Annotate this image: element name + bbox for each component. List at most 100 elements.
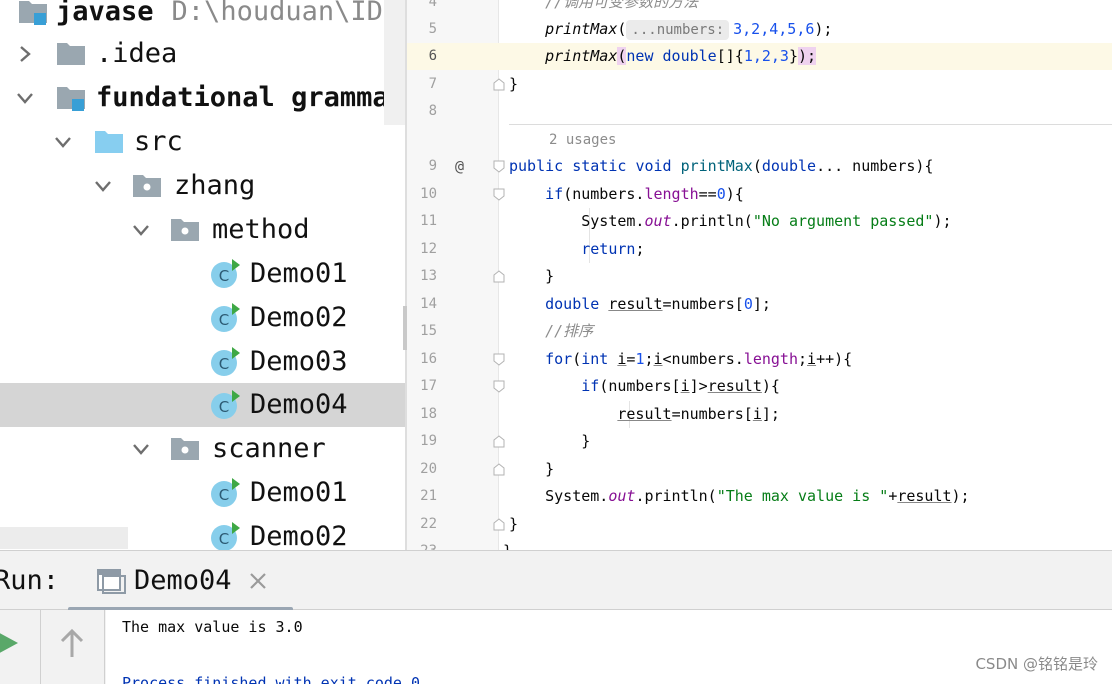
fold-start-icon[interactable] — [493, 160, 505, 173]
tree-row-demo04-selected[interactable]: C Demo04 — [0, 383, 406, 427]
tree-label: src — [134, 126, 183, 157]
line-number: 8 — [428, 103, 437, 119]
line-number: 11 — [420, 213, 437, 229]
tree-label: fundational gramma — [96, 82, 389, 113]
tree-label: scanner — [212, 433, 326, 464]
tree-path: D:\houduan\ID — [171, 0, 383, 27]
run-title: Run: — [0, 565, 60, 596]
code-line-23: } — [503, 538, 512, 550]
usages-hint[interactable]: 2 usages — [549, 127, 616, 154]
java-class-runnable-icon: C — [210, 259, 240, 289]
svg-text:C: C — [219, 355, 229, 373]
java-class-runnable-icon: C — [210, 478, 240, 508]
chevron-right-icon[interactable] — [14, 43, 36, 65]
java-class-runnable-icon: C — [210, 303, 240, 333]
package-icon — [170, 215, 200, 245]
run-tab-demo04[interactable]: Demo04 — [68, 551, 293, 612]
tree-row-method[interactable]: method — [0, 208, 406, 252]
java-class-runnable-icon: C — [210, 522, 240, 550]
chevron-down-icon[interactable] — [14, 87, 36, 109]
code-comment: //调用可变参数的方法 — [545, 0, 699, 11]
code-line-14: double result=numbers[0]; — [545, 295, 771, 313]
code-line-10: if(numbers.length==0){ — [545, 185, 744, 203]
line-number: 10 — [420, 186, 437, 202]
line-number: 13 — [420, 268, 437, 284]
line-number: 16 — [420, 351, 437, 367]
fold-end-icon[interactable] — [493, 435, 505, 448]
code-line-7: } — [509, 75, 519, 93]
toolbar-separator — [104, 610, 105, 684]
tree-label: Demo03 — [250, 346, 348, 377]
tree-row-idea[interactable]: .idea — [0, 32, 406, 76]
code-line-18: result=numbers[i]; — [617, 405, 780, 423]
tree-row-demo01[interactable]: C Demo01 — [0, 252, 406, 296]
code-line-22: } — [509, 515, 519, 533]
svg-text:C: C — [219, 267, 229, 285]
tree-row-demo02[interactable]: C Demo02 — [0, 296, 406, 340]
tree-label: Demo02 — [250, 302, 348, 333]
fold-end-icon[interactable] — [493, 463, 505, 476]
tree-label: Demo02 — [250, 521, 348, 550]
override-marker-icon[interactable]: @ — [455, 153, 464, 180]
tree-horizontal-scrollbar[interactable] — [0, 527, 128, 549]
tree-row-demo03[interactable]: C Demo03 — [0, 340, 406, 384]
close-icon[interactable] — [246, 569, 270, 593]
tree-row-zhang[interactable]: zhang — [0, 164, 406, 208]
run-toolbar — [0, 610, 106, 684]
line-number: 9 — [428, 158, 437, 174]
tree-row-fundational-gramma[interactable]: fundational gramma — [0, 76, 406, 120]
code-comment: //排序 — [545, 322, 594, 340]
java-class-runnable-icon: C — [210, 347, 240, 377]
code-line-21: System.out.println("The max value is "+r… — [545, 487, 970, 505]
code-line-13: } — [545, 267, 555, 285]
tree-label: Demo04 — [250, 389, 348, 420]
project-tree: javase D:\houduan\ID .idea fundational gr… — [0, 0, 406, 550]
tree-row-scanner[interactable]: scanner — [0, 427, 406, 471]
line-number: 12 — [420, 241, 437, 257]
method-separator — [509, 124, 1112, 125]
svg-text:C: C — [219, 398, 229, 416]
chevron-down-icon[interactable] — [52, 131, 74, 153]
tree-label: Demo01 — [250, 258, 348, 289]
line-number: 5 — [428, 21, 437, 37]
rerun-icon[interactable] — [0, 628, 20, 658]
line-number: 21 — [420, 488, 437, 504]
tree-row-javase[interactable]: javase D:\houduan\ID — [0, 0, 406, 34]
code-line-11: System.out.println("No argument passed")… — [581, 212, 952, 230]
code-line-16: for(int i=1;i<numbers.length;i++){ — [545, 350, 853, 368]
fold-end-icon[interactable] — [493, 78, 505, 91]
package-icon — [170, 434, 200, 464]
tree-row-src[interactable]: src — [0, 120, 406, 164]
tree-vertical-scrollbar[interactable] — [384, 0, 406, 125]
fold-start-icon[interactable] — [493, 188, 505, 201]
chevron-down-icon[interactable] — [130, 219, 152, 241]
code-line-15: //排序 — [509, 318, 593, 345]
module-folder-icon — [18, 0, 48, 27]
fold-start-icon[interactable] — [493, 353, 505, 366]
code-line-6: printMax(new double[]{1,2,3}); — [545, 47, 817, 65]
tree-label: Demo01 — [250, 477, 348, 508]
up-arrow-icon[interactable] — [58, 628, 86, 660]
fold-start-icon[interactable] — [493, 380, 505, 393]
folder-icon — [56, 39, 86, 69]
java-class-runnable-icon: C — [210, 390, 240, 420]
code-line-4: //调用可变参数的方法 — [509, 0, 698, 16]
tree-label: method — [212, 214, 310, 245]
console-output[interactable]: The max value is 3.0 Process finished wi… — [106, 610, 1112, 684]
code-line-12: return; — [581, 240, 645, 258]
parameter-hint: ...numbers: — [626, 20, 730, 40]
line-number: 4 — [428, 0, 437, 10]
chevron-down-icon[interactable] — [92, 175, 114, 197]
chevron-down-icon[interactable] — [130, 438, 152, 460]
fold-end-icon[interactable] — [493, 270, 505, 283]
code-line-20: } — [545, 460, 555, 478]
run-tab-label: Demo04 — [134, 565, 232, 596]
fold-end-icon[interactable] — [493, 518, 505, 531]
tree-label: zhang — [174, 170, 256, 201]
code-editor[interactable]: 4 5 6 7 8 9 10 11 12 13 14 15 16 17 18 1… — [407, 0, 1112, 550]
tree-row-scanner-demo01[interactable]: C Demo01 — [0, 471, 406, 515]
code-line-17: if(numbers[i]>result){ — [581, 377, 780, 395]
line-number-current: 6 — [428, 48, 437, 64]
svg-text:C: C — [219, 311, 229, 329]
toolbar-separator — [40, 610, 41, 684]
